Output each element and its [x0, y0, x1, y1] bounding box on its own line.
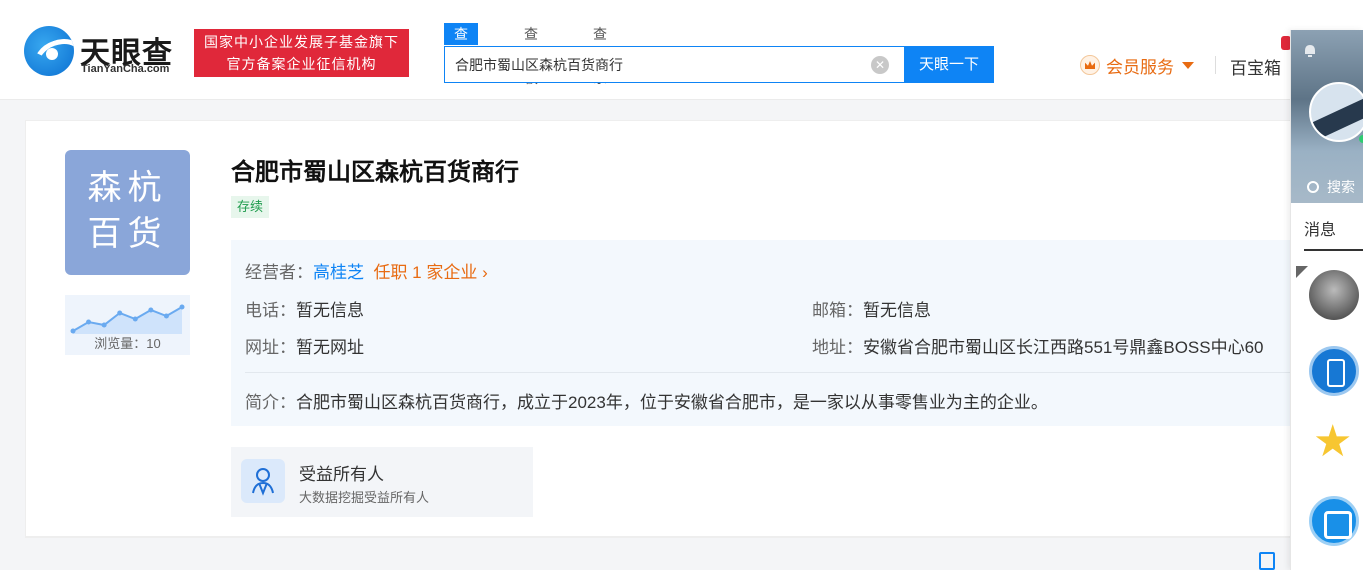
messages-tab[interactable]: 消息	[1304, 216, 1336, 240]
top-navigation-bar: 天眼查 TianYanCha.com 国家中小企业发展子基金旗下 官方备案企业征…	[0, 0, 1363, 100]
contact-avatar[interactable]	[1309, 270, 1359, 320]
intro-label: 简介：	[245, 393, 296, 412]
sparkline-point	[148, 307, 154, 313]
beneficiary-subtitle: 大数据挖掘受益所有人	[299, 490, 430, 505]
website-row: 网址：暂无网址	[245, 333, 364, 358]
treasure-box-link[interactable]: 百宝箱	[1230, 54, 1281, 79]
online-status-dot	[1359, 135, 1363, 143]
beneficiary-person-icon	[241, 459, 285, 503]
logo-eye-icon	[24, 26, 74, 76]
address-label: 地址：	[812, 338, 863, 357]
crown-icon	[1080, 55, 1100, 75]
badge-line-2: 官方备案企业征信机构	[226, 56, 377, 72]
official-credential-badge[interactable]: 国家中小企业发展子基金旗下 官方备案企业征信机构	[194, 29, 409, 77]
badge-line-1: 国家中小企业发展子基金旗下	[204, 34, 399, 50]
document-icon[interactable]	[1259, 552, 1275, 570]
member-service-label: 会员服务	[1106, 57, 1174, 77]
company-name: 合肥市蜀山区森杭百货商行	[231, 159, 519, 186]
intro-value: 合肥市蜀山区森杭百货商行，成立于2023年，位于安徽省合肥市，是一家以从事零售业…	[296, 393, 1048, 412]
search-button[interactable]: 天眼一下	[904, 46, 994, 83]
info-separator	[245, 372, 1293, 373]
beneficiary-card[interactable]: 受益所有人 大数据挖掘受益所有人	[231, 447, 533, 517]
phone-value: 暂无信息	[296, 301, 364, 320]
chevron-right-icon: ›	[482, 263, 488, 282]
sparkline-point	[132, 316, 138, 322]
sidebar-search[interactable]: 搜索	[1291, 171, 1363, 203]
operator-positions-text: 任职 1 家企业	[373, 263, 478, 282]
chevron-down-icon	[1182, 61, 1194, 69]
sparkline-point	[101, 322, 107, 328]
sparkline-point	[163, 313, 169, 319]
search-icon	[1307, 181, 1319, 193]
tab-search-company[interactable]: 查公司	[444, 23, 478, 86]
views-widget: 浏览量：10	[65, 295, 190, 355]
user-avatar[interactable]	[1309, 82, 1363, 142]
address-value[interactable]: 安徽省合肥市蜀山区长江西路551号鼎鑫BOSS中心60	[863, 338, 1264, 357]
operator-name-link[interactable]: 高桂芝	[313, 263, 364, 282]
messages-tab-underline	[1304, 249, 1363, 251]
email-value: 暂无信息	[863, 301, 931, 320]
collapse-corner-icon[interactable]	[1296, 266, 1308, 278]
views-count: 浏览量：10	[94, 336, 161, 351]
search-input[interactable]	[455, 55, 855, 75]
beneficiary-title: 受益所有人	[299, 465, 384, 484]
tablet-app-icon[interactable]	[1309, 346, 1359, 396]
website-label: 网址：	[245, 338, 296, 357]
lightning-app-icon[interactable]	[1309, 496, 1359, 546]
avatar-text-line-1: 森杭	[87, 169, 168, 207]
sparkline-point	[179, 304, 185, 310]
sparkline-point	[117, 310, 123, 316]
email-row: 邮箱：暂无信息	[812, 296, 931, 321]
tab-search-boss[interactable]: 查老板	[524, 23, 538, 86]
intro-row: 简介：合肥市蜀山区森杭百货商行，成立于2023年，位于安徽省合肥市，是一家以从事…	[245, 388, 1048, 413]
views-trend-sparkline	[70, 304, 185, 334]
address-row: 地址：安徽省合肥市蜀山区长江西路551号鼎鑫BOSS中心60	[812, 333, 1290, 358]
tab-search-relation[interactable]: 查关系	[593, 23, 607, 86]
bell-icon[interactable]	[1302, 43, 1318, 59]
operator-positions-link[interactable]: 任职 1 家企业 ›	[373, 263, 487, 282]
star-app-icon[interactable]	[1309, 416, 1359, 470]
operator-row: 经营者：高桂芝 任职 1 家企业 ›	[245, 258, 488, 283]
email-label: 邮箱：	[812, 301, 863, 320]
member-service-menu[interactable]: 会员服务	[1080, 54, 1194, 77]
clear-search-icon[interactable]: ✕	[871, 56, 889, 74]
logo-domain: TianYanCha.com	[81, 63, 170, 75]
header-divider	[1215, 56, 1216, 74]
right-sidebar-panel: 搜索 消息	[1290, 30, 1363, 570]
company-avatar: 森杭 百货	[65, 150, 190, 275]
sidebar-search-label: 搜索	[1327, 179, 1355, 195]
phone-row: 电话：暂无信息	[245, 296, 364, 321]
sparkline-point	[86, 319, 92, 325]
avatar-text-line-2: 百货	[87, 215, 168, 253]
operator-label: 经营者：	[245, 263, 313, 282]
search-box: ✕ 天眼一下	[444, 46, 994, 83]
status-badge: 存续	[231, 196, 270, 218]
card-bottom-divider	[25, 537, 1290, 538]
phone-label: 电话：	[245, 301, 296, 320]
sidebar-header: 搜索	[1291, 30, 1363, 203]
website-value: 暂无网址	[296, 338, 364, 357]
tianyancha-logo[interactable]: 天眼查 TianYanCha.com	[24, 26, 184, 78]
